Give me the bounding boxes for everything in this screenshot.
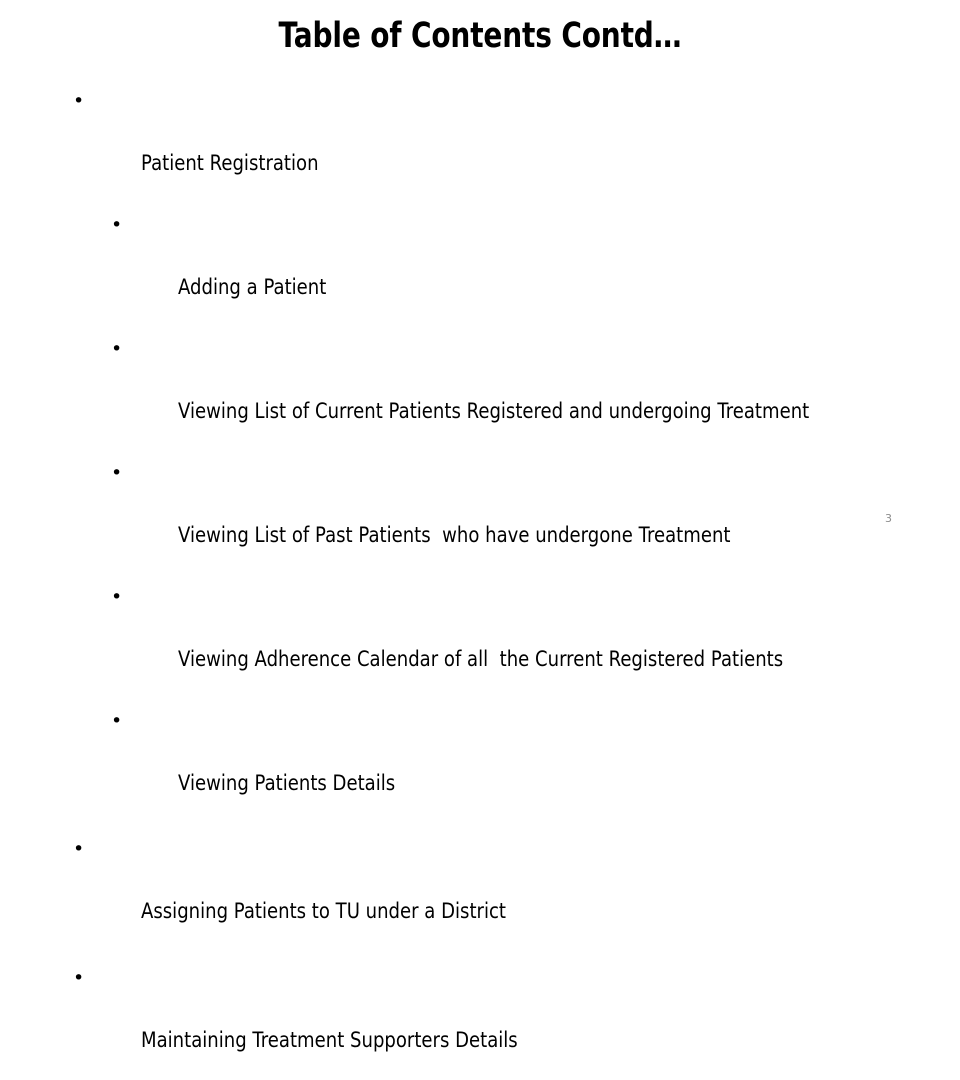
page-title: Table of Contents Contd…	[278, 16, 682, 56]
list-item-label: Viewing List of Current Patients Registe…	[178, 399, 810, 423]
list-item: • Adding a Patient	[56, 210, 916, 334]
list-item-label: Assigning Patients to TU under a Distric…	[141, 899, 507, 923]
list-item-label: Viewing Patients Details	[178, 771, 396, 795]
list-item: • Assigning Patients to TU under a Distr…	[56, 834, 916, 958]
list-item-label: Viewing Adherence Calendar of all the Cu…	[178, 647, 784, 671]
outline-content: • Patient Registration • Adding a Patien…	[56, 86, 916, 1080]
list-item-label: Maintaining Treatment Supporters Details	[141, 1028, 519, 1052]
bullet-icon: •	[111, 462, 123, 484]
list-item-label: Viewing List of Past Patients who have u…	[178, 523, 731, 547]
bullet-icon: •	[111, 214, 123, 236]
list-item-label: Adding a Patient	[178, 275, 327, 299]
bullet-icon: •	[111, 710, 123, 732]
bullet-icon: •	[73, 90, 85, 112]
list-item: • Viewing Patients Details	[56, 706, 916, 830]
list-item: • Maintaining Treatment Supporters Detai…	[56, 963, 916, 1080]
list-item-label: Patient Registration	[141, 151, 319, 175]
bullet-icon: •	[73, 838, 85, 860]
outline-list: • Patient Registration • Adding a Patien…	[56, 86, 916, 1080]
presentation-slide: Table of Contents Contd… • Patient Regis…	[0, 0, 960, 1052]
bullet-icon: •	[111, 338, 123, 360]
bullet-icon: •	[111, 586, 123, 608]
list-item: • Viewing List of Past Patients who have…	[56, 458, 916, 582]
page-number: 3	[885, 512, 892, 525]
bullet-icon: •	[73, 967, 85, 989]
list-item: • Viewing Adherence Calendar of all the …	[56, 582, 916, 706]
list-item: • Viewing List of Current Patients Regis…	[56, 334, 916, 458]
list-item: • Patient Registration	[56, 86, 916, 210]
